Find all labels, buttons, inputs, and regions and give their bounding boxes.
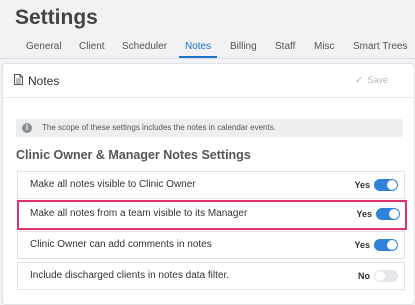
setting-state: Yes <box>354 180 370 190</box>
setting-row-discharged-clients: Include discharged clients in notes data… <box>17 262 405 290</box>
tab-scheduler[interactable]: Scheduler <box>122 40 167 53</box>
setting-state: Yes <box>354 240 370 250</box>
setting-label: Clinic Owner can add comments in notes <box>30 239 212 250</box>
scope-info-text: The scope of these settings includes the… <box>42 123 276 132</box>
notes-settings-card: Notes ✓ Save i The scope of these setting… <box>2 63 415 305</box>
owner-visibility-toggle[interactable] <box>374 179 398 191</box>
tab-notes[interactable]: Notes <box>178 40 218 58</box>
discharged-clients-toggle[interactable] <box>374 270 398 282</box>
tab-client[interactable]: Client <box>79 40 105 53</box>
section-title: Clinic Owner & Manager Notes Settings <box>16 148 251 162</box>
setting-row-owner-comments: Clinic Owner can add comments in notes Y… <box>17 231 405 259</box>
toggle-knob <box>387 240 397 250</box>
card-header: Notes ✓ Save <box>3 64 414 98</box>
checkmark-icon: ✓ <box>355 75 364 86</box>
setting-row-owner-visibility: Make all notes visible to Clinic Owner Y… <box>17 171 405 199</box>
tab-bar: General Client Scheduler Notes Billing S… <box>0 40 415 59</box>
toggle-knob <box>387 180 397 190</box>
manager-visibility-toggle[interactable] <box>376 208 400 220</box>
tab-billing[interactable]: Billing <box>230 40 257 53</box>
owner-comments-toggle[interactable] <box>374 239 398 251</box>
tab-smart-trees[interactable]: Smart Trees <box>353 40 407 53</box>
save-label: Save <box>367 75 388 85</box>
setting-state: No <box>358 271 370 281</box>
setting-row-manager-visibility: Make all notes from a team visible to it… <box>17 200 407 230</box>
tab-staff[interactable]: Staff <box>275 40 295 53</box>
info-icon: i <box>22 123 32 133</box>
setting-state: Yes <box>356 209 372 219</box>
tab-general[interactable]: General <box>26 40 62 53</box>
setting-label: Make all notes visible to Clinic Owner <box>30 179 196 190</box>
toggle-knob <box>375 271 385 281</box>
scope-info-box: i The scope of these settings includes t… <box>16 119 403 137</box>
setting-label: Make all notes from a team visible to it… <box>30 208 248 219</box>
document-icon <box>14 74 23 85</box>
setting-label: Include discharged clients in notes data… <box>30 270 230 281</box>
page-title: Settings <box>15 6 98 29</box>
toggle-knob <box>389 209 399 219</box>
save-button[interactable]: ✓ Save <box>355 75 388 86</box>
tab-misc[interactable]: Misc <box>314 40 335 53</box>
card-title: Notes <box>28 74 60 88</box>
